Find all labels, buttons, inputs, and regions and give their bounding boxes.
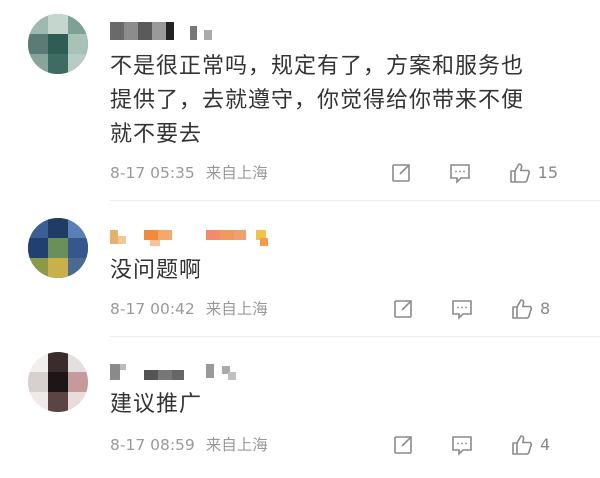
comment-time: 8-17 08:59 [110,436,195,454]
username-obscured[interactable] [110,226,280,248]
comment-time: 8-17 05:35 [110,164,195,182]
reply-button[interactable] [450,298,474,320]
like-count: 4 [540,435,551,454]
divider [110,200,600,201]
comment-meta: 8-17 05:35 来自上海 15 [110,160,580,186]
comment-location: 来自上海 [205,300,268,318]
thumbs-up-icon [510,433,534,457]
reply-icon [450,298,474,320]
like-button[interactable]: 4 [510,432,558,458]
like-count: 15 [537,163,558,182]
comment-location: 来自上海 [205,164,268,182]
share-button[interactable] [390,162,412,184]
comment-time: 8-17 00:42 [110,300,195,318]
reply-button[interactable] [450,434,474,456]
reply-icon [450,434,474,456]
like-button[interactable]: 15 [508,160,558,186]
like-button[interactable]: 8 [510,296,558,322]
share-icon [392,434,414,456]
comment-meta: 8-17 08:59 来自上海 4 [110,432,580,458]
reply-icon [448,162,472,184]
comment-text: 建议推广 [110,392,203,417]
share-icon [392,298,414,320]
comment-meta: 8-17 00:42 来自上海 8 [110,296,580,322]
avatar[interactable] [28,14,88,74]
like-count: 8 [540,299,551,318]
reply-button[interactable] [448,162,472,184]
comment-location: 来自上海 [205,436,268,454]
share-icon [390,162,412,184]
username-obscured[interactable] [110,360,250,382]
comment-text: 没问题啊 [110,258,203,283]
thumbs-up-icon [508,161,532,185]
avatar[interactable] [28,352,88,412]
thumbs-up-icon [510,297,534,321]
share-button[interactable] [392,434,414,456]
divider [110,336,600,337]
comment-text: 不是很正常吗，规定有了，方案和服务也 提供了，去就遵守，你觉得给你带来不便 就不… [110,54,525,147]
username-obscured[interactable] [110,20,220,42]
avatar[interactable] [28,218,88,278]
comment-actions: 15 [390,160,558,186]
comment-actions: 4 [392,432,558,458]
comment-actions: 8 [392,296,558,322]
share-button[interactable] [392,298,414,320]
